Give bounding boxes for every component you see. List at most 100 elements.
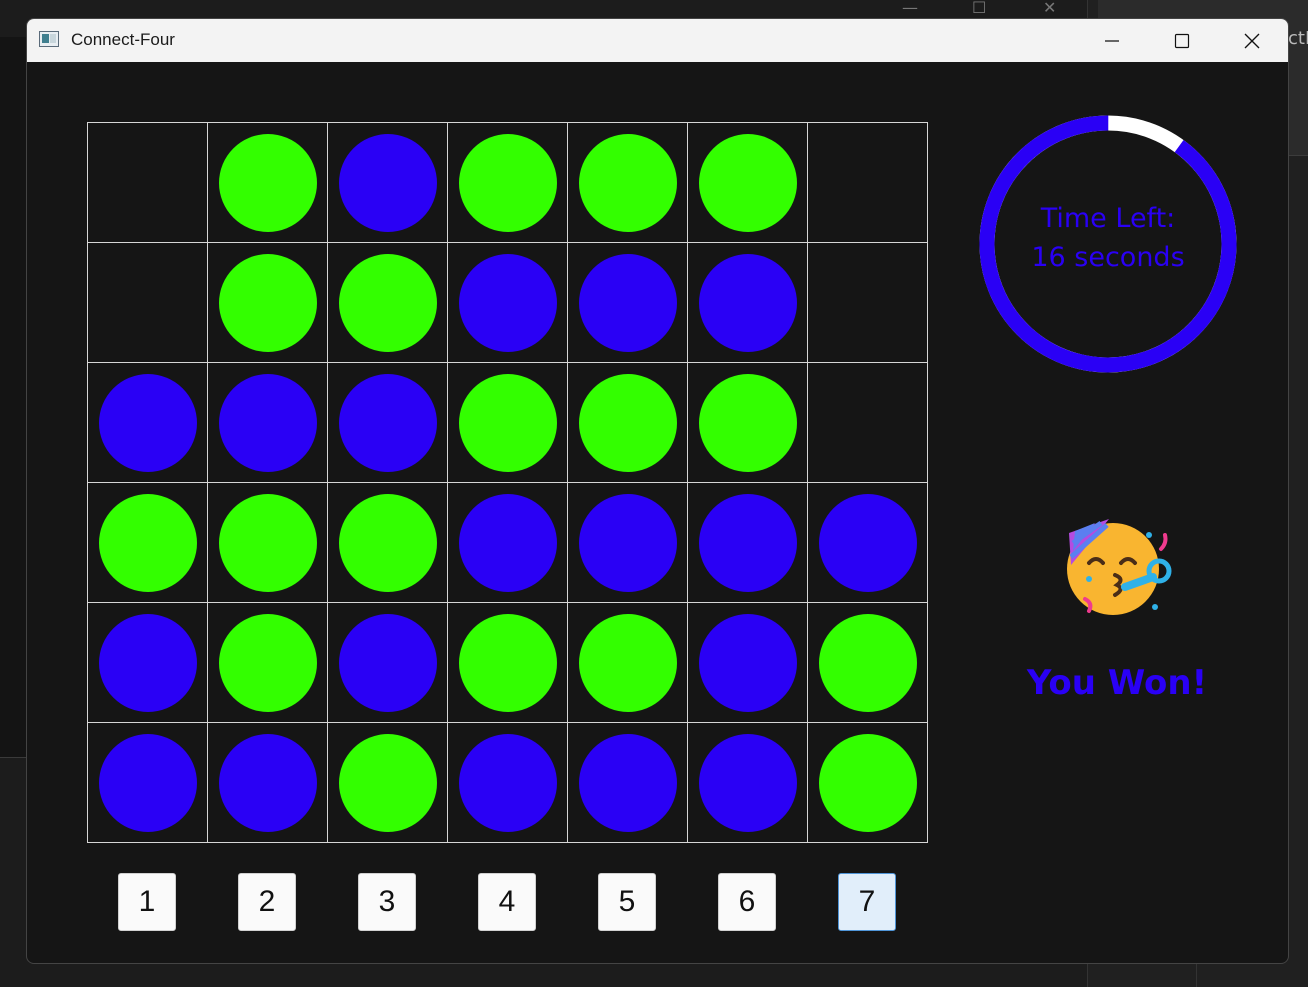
background-window-left (0, 37, 27, 758)
board-cell[interactable] (328, 363, 448, 483)
green-disc (219, 134, 317, 232)
app-window-icon (39, 31, 59, 47)
board-cell[interactable] (808, 123, 928, 243)
column-button-2[interactable]: 2 (238, 873, 296, 931)
board-cell[interactable] (328, 123, 448, 243)
board-cell[interactable] (88, 243, 208, 363)
board-cell[interactable] (448, 243, 568, 363)
window-title: Connect-Four (71, 30, 175, 49)
board-cell[interactable] (568, 723, 688, 843)
blue-disc (819, 494, 917, 592)
board-cell[interactable] (328, 483, 448, 603)
column-button-5[interactable]: 5 (598, 873, 656, 931)
blue-disc (459, 254, 557, 352)
green-disc (579, 134, 677, 232)
board-cell[interactable] (568, 603, 688, 723)
blue-disc (699, 614, 797, 712)
board-cell[interactable] (328, 723, 448, 843)
board-cell[interactable] (328, 603, 448, 723)
column-button-1[interactable]: 1 (118, 873, 176, 931)
board-cell[interactable] (568, 243, 688, 363)
blue-disc (459, 734, 557, 832)
column-button-4[interactable]: 4 (478, 873, 536, 931)
green-disc (339, 734, 437, 832)
blue-disc (699, 734, 797, 832)
board-cell[interactable] (208, 723, 328, 843)
blue-disc (699, 254, 797, 352)
board-cell[interactable] (88, 363, 208, 483)
board-cell[interactable] (688, 243, 808, 363)
board-cell[interactable] (88, 123, 208, 243)
win-message: You Won! (1026, 663, 1208, 703)
blue-disc (699, 494, 797, 592)
board-cell[interactable] (448, 603, 568, 723)
background-window-controls: — ☐ ✕ (902, 0, 1057, 17)
blue-disc (219, 374, 317, 472)
countdown-timer: Time Left: 16 seconds (977, 113, 1239, 375)
maximize-icon (1174, 33, 1190, 48)
minimize-button[interactable] (1077, 19, 1147, 62)
column-buttons: 1 2 3 4 5 6 7 (87, 873, 927, 931)
board-cell[interactable] (328, 243, 448, 363)
game-board[interactable] (87, 122, 928, 843)
blue-disc (99, 734, 197, 832)
board-cell[interactable] (688, 603, 808, 723)
green-disc (99, 494, 197, 592)
minimize-icon (1105, 39, 1119, 42)
board-cell[interactable] (208, 603, 328, 723)
board-cell[interactable] (688, 123, 808, 243)
board-cell[interactable] (808, 603, 928, 723)
green-disc (579, 374, 677, 472)
board-cell[interactable] (448, 723, 568, 843)
board-cell[interactable] (808, 723, 928, 843)
board-cell[interactable] (808, 363, 928, 483)
green-disc (219, 614, 317, 712)
timer-seconds: 16 seconds (1031, 242, 1185, 273)
board-cell[interactable] (88, 603, 208, 723)
green-disc (219, 254, 317, 352)
green-disc (819, 614, 917, 712)
board-cell[interactable] (808, 483, 928, 603)
close-button[interactable] (1217, 19, 1287, 62)
board-cell[interactable] (208, 483, 328, 603)
column-button-3[interactable]: 3 (358, 873, 416, 931)
board-cell[interactable] (568, 483, 688, 603)
green-disc (699, 134, 797, 232)
blue-disc (579, 254, 677, 352)
board-cell[interactable] (808, 243, 928, 363)
green-disc (459, 614, 557, 712)
green-disc (699, 374, 797, 472)
blue-disc (579, 734, 677, 832)
board-cell[interactable] (208, 243, 328, 363)
board-cell[interactable] (448, 123, 568, 243)
blue-disc (99, 614, 197, 712)
title-bar[interactable]: Connect-Four (27, 19, 1288, 62)
maximize-button[interactable] (1147, 19, 1217, 62)
board-cell[interactable] (88, 723, 208, 843)
board-cell[interactable] (448, 483, 568, 603)
board-cell[interactable] (448, 363, 568, 483)
blue-disc (99, 374, 197, 472)
board-cell[interactable] (688, 483, 808, 603)
blue-disc (339, 374, 437, 472)
column-button-7[interactable]: 7 (838, 873, 896, 931)
column-button-6[interactable]: 6 (718, 873, 776, 931)
partying-face-icon (1065, 513, 1175, 623)
blue-disc (339, 614, 437, 712)
blue-disc (459, 494, 557, 592)
green-disc (459, 134, 557, 232)
green-disc (219, 494, 317, 592)
blue-disc (219, 734, 317, 832)
board-cell[interactable] (208, 363, 328, 483)
green-disc (579, 614, 677, 712)
board-cell[interactable] (568, 123, 688, 243)
green-disc (819, 734, 917, 832)
board-cell[interactable] (688, 723, 808, 843)
blue-disc (339, 134, 437, 232)
board-cell[interactable] (88, 483, 208, 603)
board-cell[interactable] (208, 123, 328, 243)
board-cell[interactable] (688, 363, 808, 483)
green-disc (339, 494, 437, 592)
board-cell[interactable] (568, 363, 688, 483)
green-disc (339, 254, 437, 352)
